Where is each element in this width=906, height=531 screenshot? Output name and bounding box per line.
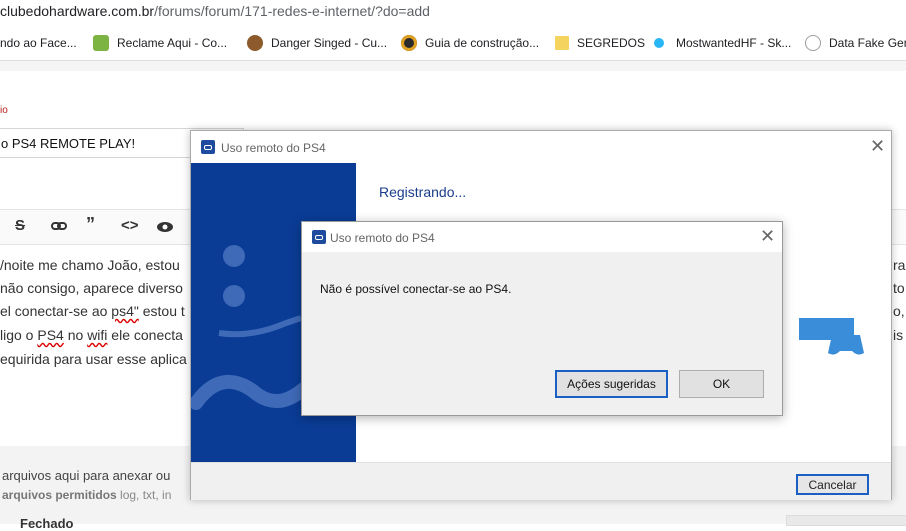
url-text[interactable]: clubedohardware.com.br/forums/forum/171-… (0, 3, 430, 19)
bookmark-label: Danger Singed - Cu... (271, 36, 388, 50)
text: estou t (138, 303, 185, 319)
text: ele conecta (107, 327, 183, 343)
title-field-label: io (0, 105, 8, 116)
game-logo-icon (401, 35, 417, 51)
post-body-line[interactable]: /noite me chamo João, estou (0, 257, 180, 273)
misspelled-word: wifi (87, 327, 108, 343)
gamepad-icon (828, 335, 864, 355)
post-body-line[interactable]: el conectar-se ao ps4" estou t (0, 303, 185, 319)
bookmark-guia-construcao[interactable]: Guia de construção... (401, 34, 539, 52)
address-bar[interactable]: clubedohardware.com.br/forums/forum/171-… (0, 0, 906, 24)
text: equirida para usar esse aplica (0, 351, 187, 367)
bookmark-danger-singed[interactable]: Danger Singed - Cu... (247, 34, 387, 52)
bookmark-reclame-aqui[interactable]: Reclame Aqui - Co... (93, 34, 227, 52)
misspelled-word: PS4 (37, 327, 64, 343)
body-right-fragment: o, p (893, 303, 906, 319)
bookmark-facebook[interactable]: ndo ao Face... (0, 34, 77, 52)
champion-avatar-icon (247, 35, 263, 51)
bookmark-label: SEGREDOS (577, 36, 646, 50)
bookmark-label: ndo ao Face... (0, 36, 77, 50)
post-body-line[interactable]: ligo o PS4 no wifi ele conecta (0, 327, 183, 343)
bookmark-label: Reclame Aqui - Co... (117, 36, 228, 50)
text: ligo o (0, 327, 38, 343)
bookmark-segredos[interactable]: SEGREDOS (555, 34, 645, 52)
preview-icon[interactable] (156, 221, 174, 233)
url-domain: clubedohardware.com.br (0, 3, 155, 19)
allowed-files-label: arquivos permitidos (2, 488, 117, 502)
dialog-title: Uso remoto do PS4 (330, 231, 435, 245)
dialog-titlebar[interactable]: Uso remoto do PS4 ✕ (302, 222, 782, 252)
body-right-fragment: to (893, 280, 905, 296)
quote-icon[interactable]: ” (86, 214, 95, 235)
globe-icon (805, 35, 821, 51)
body-right-fragment: is (893, 327, 904, 343)
bookmark-data-fake[interactable]: Data Fake Gene (805, 34, 906, 52)
connection-error-dialog: Uso remoto do PS4 ✕ Não é possível conec… (301, 221, 783, 416)
window-titlebar[interactable]: Uso remoto do PS4 ✕ (191, 131, 891, 163)
link-icon[interactable] (51, 221, 67, 231)
close-icon[interactable]: ✕ (760, 226, 775, 247)
bookmark-label: Guia de construção... (425, 36, 540, 50)
bookmark-label: Data Fake Gene (829, 36, 906, 50)
ps4-remote-app-icon (312, 230, 326, 244)
misspelled-word: ps4" (111, 303, 139, 319)
cancel-button[interactable]: Cancelar (796, 474, 869, 495)
text: no (63, 327, 88, 343)
url-path: /forums/forum/171-redes-e-internet/?do=a… (154, 3, 430, 19)
allowed-files-text: arquivos permitidos log, txt, in (2, 488, 171, 502)
window-footer: Cancelar (191, 462, 891, 500)
allowed-files-types: log, txt, in (116, 488, 172, 502)
error-message: Não é possível conectar-se ao PS4. (320, 282, 512, 296)
ok-button[interactable]: OK (679, 370, 764, 398)
text: /noite me chamo João, estou (0, 257, 180, 273)
reclame-aqui-icon (93, 35, 109, 51)
text: não consigo, aparece diverso (0, 280, 183, 296)
registering-status: Registrando... (379, 184, 467, 200)
body-right-fragment: rac (893, 257, 906, 273)
ps4-remote-app-icon (201, 140, 215, 154)
close-icon[interactable]: ✕ (870, 136, 885, 157)
attach-instructions: arquivos aqui para anexar ou (2, 468, 171, 483)
folder-icon (555, 36, 569, 50)
bookmarks-bar: ndo ao Face... Reclame Aqui - Co... Dang… (0, 24, 906, 61)
sparkle-icon (654, 38, 664, 48)
suggested-actions-button[interactable]: Ações sugeridas (555, 370, 668, 398)
post-body-line[interactable]: não consigo, aparece diverso (0, 280, 183, 296)
side-button-edge[interactable] (786, 515, 906, 526)
code-icon[interactable]: <> (121, 217, 139, 234)
bookmark-mostwantedhf[interactable]: MostwantedHF - Sk... (654, 34, 791, 52)
strikethrough-icon[interactable]: S (15, 217, 25, 234)
bookmark-label: MostwantedHF - Sk... (676, 36, 792, 50)
window-title: Uso remoto do PS4 (221, 141, 326, 155)
post-body-line[interactable]: equirida para usar esse aplica (0, 351, 187, 367)
text: el conectar-se ao (0, 303, 112, 319)
